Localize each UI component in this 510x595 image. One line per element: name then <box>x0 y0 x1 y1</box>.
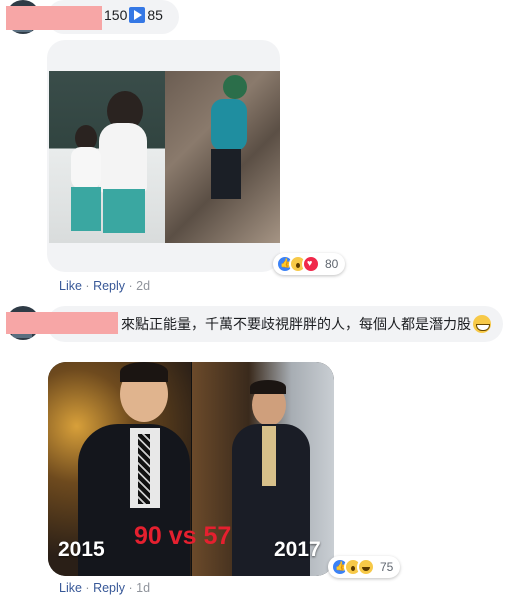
reactions-summary[interactable]: 80 <box>273 253 345 275</box>
comment-actions: Like · Reply · 2d <box>59 279 150 293</box>
reaction-count: 75 <box>380 560 394 574</box>
timestamp[interactable]: 1d <box>136 581 150 595</box>
weight-after: 85 <box>147 7 163 23</box>
reaction-count: 80 <box>325 257 339 271</box>
comment-body: 來點正能量，千萬不要歧視胖胖的人，每個人都是潛力股 <box>121 316 471 332</box>
comment-text: 來點正能量，千萬不要歧視胖胖的人，每個人都是潛力股 <box>121 314 491 334</box>
weight-comparison-label: 90 vs 57 <box>134 522 232 550</box>
person-shape <box>71 147 101 189</box>
like-link[interactable]: Like <box>59 581 82 595</box>
grinning-emoji-icon <box>473 315 491 333</box>
person-shape <box>223 75 247 99</box>
separator: · <box>128 279 137 293</box>
photo-left-classroom <box>49 71 165 243</box>
separator: · <box>128 581 137 595</box>
reply-link[interactable]: Reply <box>93 279 125 293</box>
reactions-summary[interactable]: 75 <box>328 556 400 578</box>
year-label-right: 2017 <box>274 538 321 561</box>
person-shape <box>211 149 241 199</box>
separator: · <box>85 581 94 595</box>
year-label-left: 2015 <box>58 538 105 561</box>
person-shape <box>120 362 168 382</box>
comment-actions: Like · Reply · 1d <box>59 581 150 595</box>
redacted-name <box>6 312 118 334</box>
weight-before: 150 <box>104 7 128 23</box>
separator: · <box>85 279 94 293</box>
timestamp[interactable]: 2d <box>136 279 150 293</box>
person-shape <box>262 426 276 486</box>
person-shape <box>99 123 147 193</box>
haha-reaction-icon <box>357 558 375 576</box>
person-shape <box>250 380 286 394</box>
love-reaction-icon <box>302 255 320 273</box>
comment-text: 150 85 <box>104 7 163 23</box>
like-link[interactable]: Like <box>59 279 82 293</box>
person-shape <box>211 99 247 151</box>
person-shape <box>138 434 150 504</box>
comment-photo[interactable]: 2015 90 vs 57 2017 <box>48 362 334 576</box>
comment-photo[interactable] <box>47 40 280 272</box>
redacted-name <box>6 6 102 30</box>
reply-link[interactable]: Reply <box>93 581 125 595</box>
person-shape <box>103 189 145 233</box>
play-icon <box>129 7 146 23</box>
person-shape <box>71 187 101 231</box>
photo-right-tree <box>165 71 280 243</box>
